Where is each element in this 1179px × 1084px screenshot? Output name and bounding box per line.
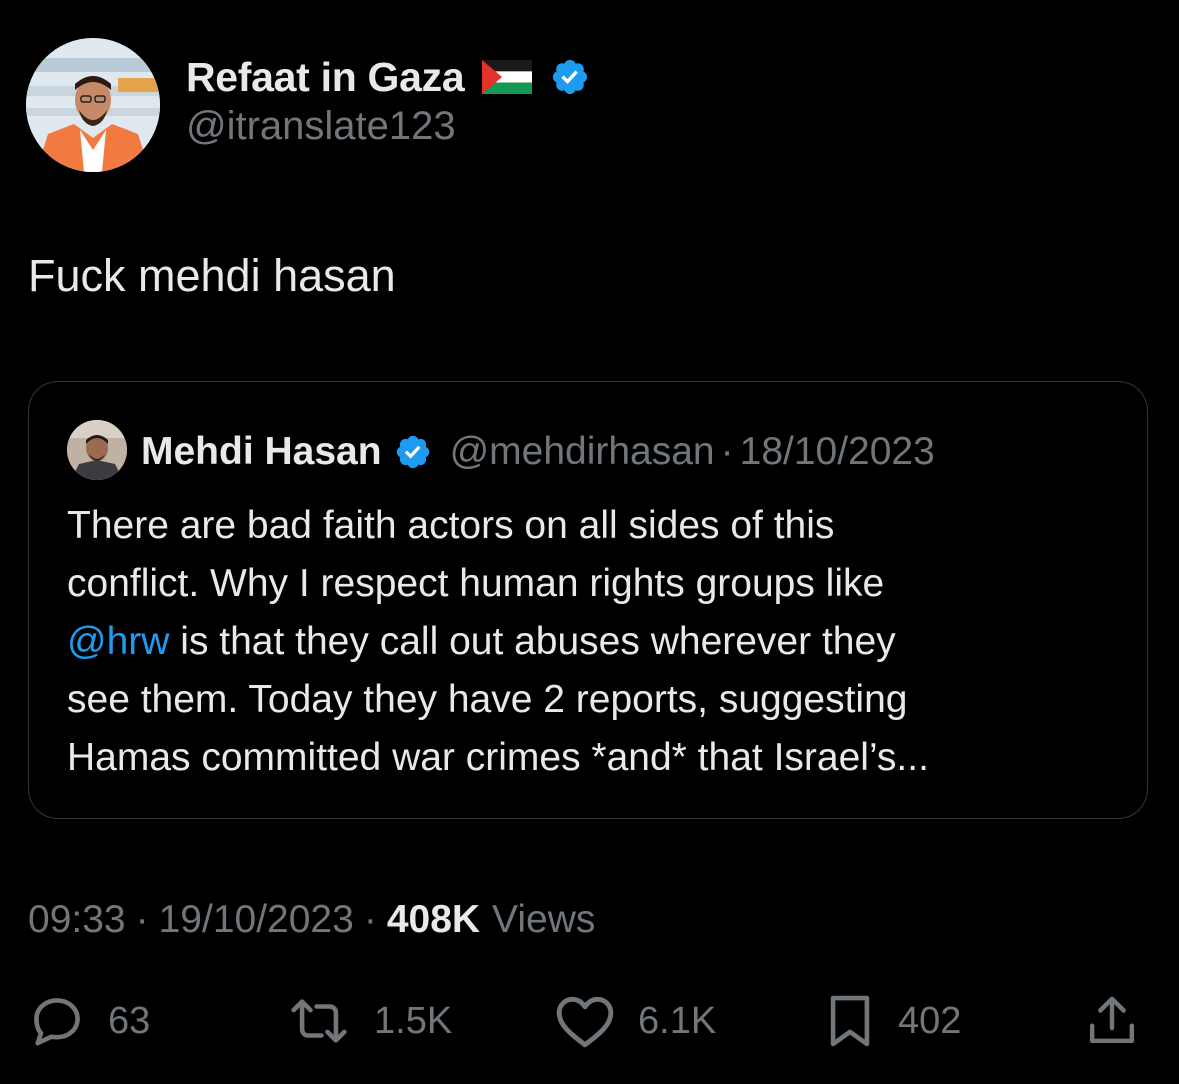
reply-button[interactable]: 63 (28, 990, 150, 1052)
quoted-author-handle[interactable]: @mehdirhasan (450, 430, 715, 474)
quoted-body-line: conflict. Why I respect human rights gro… (67, 562, 885, 605)
tweet-actions: 63 1.5K 6.1K 402 (28, 990, 1148, 1052)
tweet-time[interactable]: 09:33 (28, 898, 126, 942)
retweet-count: 1.5K (374, 999, 453, 1042)
mention-link-hrw[interactable]: @hrw (67, 620, 169, 663)
verified-badge-icon[interactable] (550, 57, 590, 97)
meta-separator: · (363, 898, 377, 941)
bookmark-count: 402 (898, 999, 962, 1042)
reply-icon (34, 998, 80, 1046)
like-count: 6.1K (638, 999, 717, 1042)
quoted-tweet-header: Mehdi Hasan @mehdirhasan · 18/10/2023 (141, 422, 935, 482)
tweet-text: Fuck mehdi hasan (28, 250, 396, 301)
retweet-icon (291, 999, 347, 1043)
quoted-body-line: Hamas committed war crimes *and* that Is… (67, 736, 929, 779)
author-avatar-image (26, 38, 160, 172)
verified-badge-icon[interactable] (394, 433, 432, 471)
quoted-author-avatar[interactable] (67, 420, 127, 480)
quoted-body-line: @hrw is that they call out abuses wherev… (67, 613, 1127, 671)
tweet-meta: 09:33 · 19/10/2023 · 408K Views (28, 893, 595, 947)
views-count: 408K (386, 898, 481, 941)
quoted-body-line-text: is that they call out abuses wherever th… (169, 620, 896, 663)
quoted-author-name[interactable]: Mehdi Hasan (141, 430, 382, 474)
quoted-body-line: There are bad faith actors on all sides … (67, 504, 835, 547)
meta-separator: · (135, 898, 149, 941)
author-handle[interactable]: @itranslate123 (186, 104, 456, 149)
author-avatar[interactable] (26, 38, 160, 172)
bookmark-button[interactable]: 402 (824, 990, 961, 1052)
like-button[interactable]: 6.1K (554, 990, 716, 1052)
quoted-author-avatar-image (67, 420, 127, 480)
quoted-tweet-card[interactable]: Mehdi Hasan @mehdirhasan · 18/10/2023 Th… (28, 381, 1148, 819)
palestine-flag-icon (482, 60, 533, 94)
author-display-name[interactable]: Refaat in Gaza (186, 54, 465, 101)
quoted-tweet-date[interactable]: 18/10/2023 (740, 430, 935, 474)
share-button[interactable] (1084, 990, 1140, 1052)
reply-count: 63 (108, 999, 151, 1042)
bookmark-icon (830, 995, 870, 1047)
quoted-tweet-body: There are bad faith actors on all sides … (67, 497, 1127, 787)
retweet-button[interactable]: 1.5K (286, 990, 452, 1052)
share-icon (1089, 996, 1135, 1044)
views-label: Views (492, 898, 596, 941)
quoted-separator: · (720, 430, 734, 473)
heart-icon (556, 996, 614, 1048)
quoted-body-line: see them. Today they have 2 reports, sug… (67, 678, 908, 721)
author-name-row: Refaat in Gaza (186, 50, 590, 104)
tweet-date[interactable]: 19/10/2023 (159, 898, 354, 942)
